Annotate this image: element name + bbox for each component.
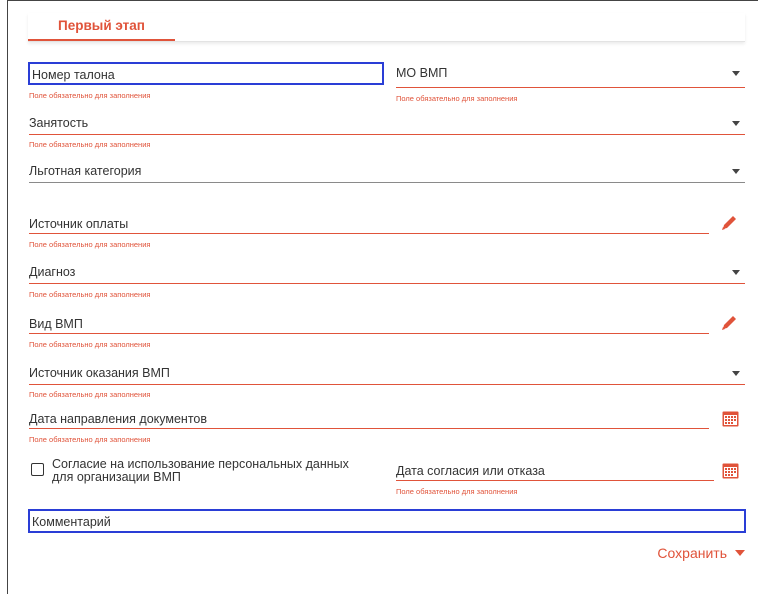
caret-down-icon xyxy=(732,270,740,275)
consent-date-label: Дата согласия или отказа xyxy=(396,464,545,478)
save-button[interactable]: Сохранить xyxy=(657,545,745,561)
employment-select[interactable]: Занятость xyxy=(29,112,745,135)
consent-label: Согласие на использование персональных д… xyxy=(52,457,349,484)
comment-input[interactable]: Комментарий xyxy=(28,509,746,533)
vmp-type-label: Вид ВМП xyxy=(29,317,83,331)
mo-vmp-error: Поле обязательно для заполнения xyxy=(396,94,518,103)
preferential-category-label: Льготная категория xyxy=(29,164,142,178)
employment-error: Поле обязательно для заполнения xyxy=(29,140,151,149)
mo-vmp-label: МО ВМП xyxy=(396,66,448,80)
documents-direction-date-label: Дата направления документов xyxy=(29,412,207,426)
payment-source-label: Источник оплаты xyxy=(29,217,129,231)
diagnosis-error: Поле обязательно для заполнения xyxy=(29,290,151,299)
pencil-icon[interactable] xyxy=(720,214,738,232)
diagnosis-label: Диагноз xyxy=(29,265,76,279)
save-label: Сохранить xyxy=(657,545,727,561)
diagnosis-select[interactable]: Диагноз xyxy=(29,261,745,284)
vmp-provision-source-label: Источник оказания ВМП xyxy=(29,366,170,380)
vmp-type-error: Поле обязательно для заполнения xyxy=(29,340,151,349)
mo-vmp-select[interactable]: МО ВМП xyxy=(396,62,745,88)
caret-down-icon xyxy=(732,169,740,174)
documents-direction-date-error: Поле обязательно для заполнения xyxy=(29,435,151,444)
vmp-provision-source-select[interactable]: Источник оказания ВМП xyxy=(29,362,745,385)
payment-source-error: Поле обязательно для заполнения xyxy=(29,240,151,249)
consent-date-input[interactable]: Дата согласия или отказа xyxy=(396,461,714,481)
calendar-icon[interactable] xyxy=(722,462,739,479)
caret-down-icon xyxy=(732,121,740,126)
ticket-number-label: Номер талона xyxy=(32,68,115,82)
caret-down-icon xyxy=(732,71,740,76)
tab-bar: Первый этап xyxy=(28,13,745,42)
employment-label: Занятость xyxy=(29,116,89,130)
preferential-category-select[interactable]: Льготная категория xyxy=(29,160,745,183)
caret-down-icon xyxy=(732,371,740,376)
vmp-provision-source-error: Поле обязательно для заполнения xyxy=(29,390,151,399)
pencil-icon[interactable] xyxy=(720,314,738,332)
caret-down-icon xyxy=(735,550,745,556)
consent-date-error: Поле обязательно для заполнения xyxy=(396,487,518,496)
comment-label: Комментарий xyxy=(32,515,111,529)
consent-checkbox[interactable] xyxy=(31,463,44,476)
tab-first-stage[interactable]: Первый этап xyxy=(28,13,175,41)
ticket-number-input[interactable]: Номер талона xyxy=(28,62,384,85)
payment-source-input[interactable]: Источник оплаты xyxy=(29,214,709,234)
ticket-number-error: Поле обязательно для заполнения xyxy=(29,91,151,100)
vmp-type-input[interactable]: Вид ВМП xyxy=(29,314,709,334)
calendar-icon[interactable] xyxy=(722,410,739,427)
documents-direction-date-input[interactable]: Дата направления документов xyxy=(29,409,709,429)
